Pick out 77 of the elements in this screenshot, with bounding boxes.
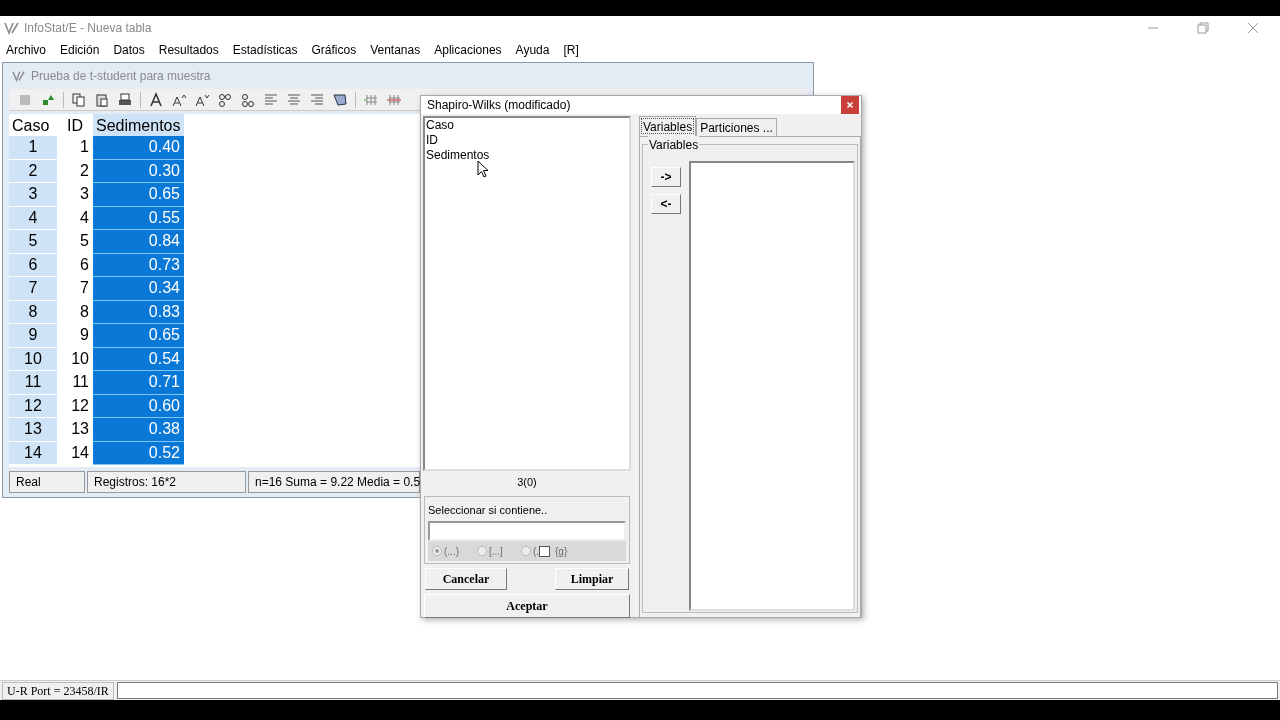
row-header[interactable]: 7 xyxy=(9,277,57,301)
row-header[interactable]: 4 xyxy=(9,206,57,230)
copy-icon[interactable] xyxy=(71,91,87,108)
child-window-title: Prueba de t-student para muestra xyxy=(31,68,211,85)
window-title: InfoStat/E - Nueva tabla xyxy=(24,20,152,37)
move-button[interactable]: <- xyxy=(651,194,681,214)
row-header[interactable]: 12 xyxy=(9,394,57,418)
table-cell: 0.55 xyxy=(93,206,184,230)
table-cell: 0.73 xyxy=(93,253,184,277)
row-header[interactable]: 13 xyxy=(9,418,57,442)
row-header[interactable]: 11 xyxy=(9,371,57,395)
app-logo-icon xyxy=(4,21,20,35)
item-count: 3(0) xyxy=(516,475,538,490)
menu-item[interactable]: Datos xyxy=(113,41,145,59)
row-header[interactable]: 5 xyxy=(9,230,57,254)
table-cell: 0.54 xyxy=(93,347,184,371)
menu-item[interactable]: Ayuda xyxy=(515,41,550,59)
align-left-icon[interactable] xyxy=(263,91,279,108)
menu-item[interactable]: Estadísticas xyxy=(232,41,298,59)
menu-item[interactable]: Ventanas xyxy=(370,41,421,59)
status-text: Real xyxy=(9,471,85,493)
paste-icon[interactable] xyxy=(94,91,110,108)
list-item[interactable]: ID xyxy=(425,133,438,148)
decimal-decrease-icon[interactable] xyxy=(240,91,256,108)
align-right-icon[interactable] xyxy=(309,91,325,108)
decimal-increase-icon[interactable] xyxy=(217,91,233,108)
close-icon[interactable] xyxy=(841,96,859,114)
list-item[interactable]: Sedimentos xyxy=(425,148,490,163)
group-label: Seleccionar si contiene.. xyxy=(428,504,548,516)
radio-label: (. xyxy=(532,544,539,559)
table-cell: 0.60 xyxy=(93,394,184,418)
table-cell: 0.30 xyxy=(93,159,184,183)
row-header[interactable]: 8 xyxy=(9,300,57,324)
print-icon[interactable] xyxy=(117,91,133,108)
filter-field[interactable] xyxy=(428,521,626,541)
table-cell: 0.34 xyxy=(93,277,184,301)
font-icon[interactable] xyxy=(148,91,164,108)
menu-item[interactable]: Gráficos xyxy=(311,41,357,59)
menu-item[interactable]: Resultados xyxy=(158,41,219,59)
table-cell: 0.84 xyxy=(93,230,184,254)
column-header[interactable]: Sedimentos xyxy=(93,114,184,136)
cancel-button[interactable]: Cancelar xyxy=(425,568,507,590)
menu-item[interactable]: [R] xyxy=(563,41,579,59)
ok-button[interactable]: Aceptar xyxy=(424,594,630,618)
row-header[interactable]: 9 xyxy=(9,324,57,348)
row-header[interactable]: 3 xyxy=(9,183,57,207)
row-header[interactable]: 10 xyxy=(9,347,57,371)
table-cell: 0.65 xyxy=(93,183,184,207)
app-logo-icon xyxy=(11,70,27,82)
table-cell: 0.40 xyxy=(93,136,184,160)
move-button[interactable]: -> xyxy=(651,167,681,187)
status-text: n=16 Suma = 9.22 Media = 0.5 xyxy=(248,471,420,493)
row-header[interactable]: 6 xyxy=(9,253,57,277)
radio-label: (...) xyxy=(444,544,459,559)
checkbox-label: {g} xyxy=(555,544,568,559)
row-header[interactable]: 1 xyxy=(9,136,57,160)
menu-item[interactable]: Archivo xyxy=(6,41,46,59)
dialog-title: Shapiro-Wilks (modificado) xyxy=(427,97,572,114)
radio-label: [...] xyxy=(489,544,503,559)
status-text: Registros: 16*2 xyxy=(87,471,246,493)
table-cell: 0.38 xyxy=(93,418,184,442)
tab[interactable]: Particiones ... xyxy=(696,118,777,136)
table-cell: 0.71 xyxy=(93,371,184,395)
status-text: U-R Port = 23458/IR xyxy=(2,681,114,700)
align-center-icon[interactable] xyxy=(286,91,302,108)
row-header[interactable]: 2 xyxy=(9,159,57,183)
list-item[interactable]: Caso xyxy=(425,118,454,133)
menu-item[interactable]: Aplicaciones xyxy=(434,41,502,59)
cursor-icon xyxy=(477,160,489,178)
clear-button[interactable]: Limpiar xyxy=(555,568,629,590)
menu-item[interactable]: Edición xyxy=(60,41,100,59)
table-cell: 0.65 xyxy=(93,324,184,348)
table-cell: 0.52 xyxy=(93,441,184,465)
table-cell: 0.83 xyxy=(93,300,184,324)
row-header[interactable]: 14 xyxy=(9,441,57,465)
status-field[interactable] xyxy=(116,682,1278,699)
tab[interactable]: Variables xyxy=(639,116,697,136)
